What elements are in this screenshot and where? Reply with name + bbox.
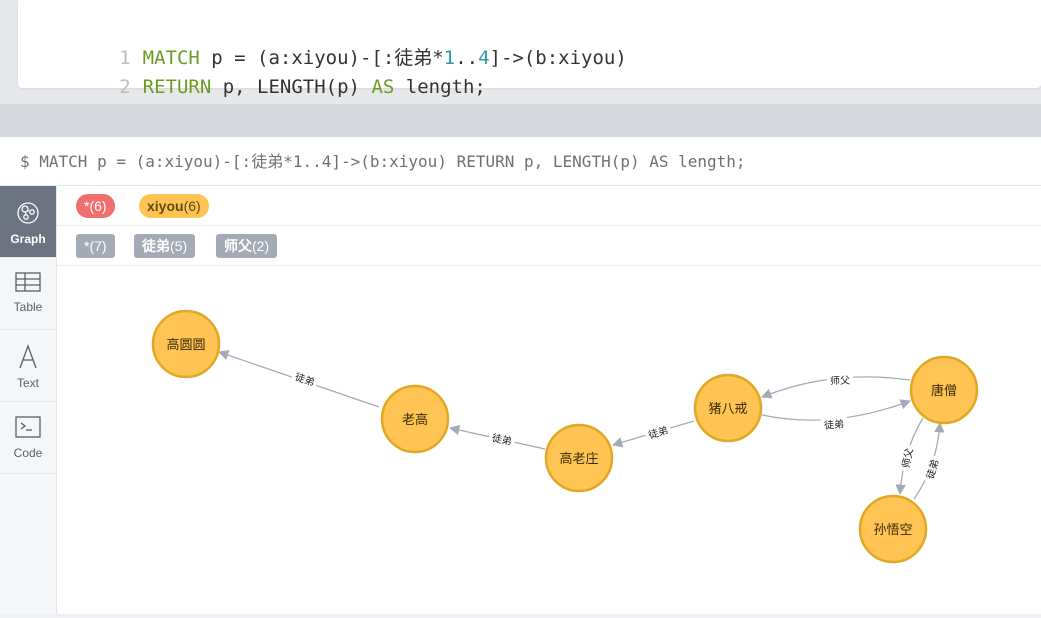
tag-count: (5) [170, 238, 188, 254]
code-text: p, LENGTH(p) [211, 76, 372, 98]
code-text: ]->(b:xiyou) [489, 47, 627, 69]
query-editor: 1 MATCH p = (a:xiyou)-[:徒弟*1..4]->(b:xiyo… [0, 0, 1041, 104]
stream-gap [0, 104, 1041, 137]
node-tag-all[interactable]: *(6) [76, 194, 115, 218]
sidebar-label: Table [13, 300, 43, 314]
node-label: 猪八戒 [708, 402, 747, 417]
node-tag-xiyou[interactable]: xiyou(6) [139, 194, 209, 218]
code-line-1[interactable]: 1 MATCH p = (a:xiyou)-[:徒弟*1..4]->(b:xiyo… [18, 15, 627, 69]
graph-icon [17, 202, 39, 224]
tag-count: (6) [183, 198, 201, 214]
keyword-return: RETURN [142, 76, 212, 98]
query-echo[interactable]: $ MATCH p = (a:xiyou)-[:徒弟*1..4]->(b:xiy… [0, 137, 1041, 186]
code-line-2[interactable]: 2 RETURN p, LENGTH(p) AS length; [18, 44, 486, 98]
node-tangseng[interactable]: 唐僧 [909, 355, 979, 425]
tag-name: 师父 [224, 238, 252, 254]
tag-name: 徒弟 [142, 238, 170, 254]
node-zhubajie[interactable]: 猪八戒 [693, 373, 763, 443]
graph-svg[interactable]: 徒弟 徒弟 徒弟 师父 徒弟 师父 徒弟 高圆圆 老高 高老庄 猪八戒 唐僧 孙… [57, 266, 1041, 614]
node-label: 孙悟空 [873, 523, 912, 538]
table-icon [15, 272, 41, 292]
node-label: 老高 [402, 412, 428, 428]
sidebar-label: Text [16, 376, 39, 390]
rel-tag-tudi[interactable]: 徒弟(5) [134, 234, 196, 258]
node-laogao[interactable]: 老高 [380, 384, 450, 454]
rel-tag-shifu[interactable]: 师父(2) [216, 234, 278, 258]
node-gaoyuanyuan[interactable]: 高圆圆 [151, 309, 221, 379]
code-icon [15, 416, 41, 438]
tag-name: xiyou [147, 198, 184, 214]
node-label: 高圆圆 [166, 337, 205, 353]
graph-canvas[interactable]: 徒弟 徒弟 徒弟 师父 徒弟 师父 徒弟 高圆圆 老高 高老庄 猪八戒 唐僧 孙… [57, 266, 1041, 614]
view-sidebar: Graph Table Text Code [0, 186, 57, 614]
node-legend: *(6) xiyou(6) [57, 186, 1041, 226]
text-icon [19, 344, 37, 369]
sidebar-item-code[interactable]: Code [0, 402, 56, 474]
node-label: 高老庄 [559, 451, 598, 467]
result-frame: $ MATCH p = (a:xiyou)-[:徒弟*1..4]->(b:xiy… [0, 137, 1041, 614]
rel-tag-all[interactable]: *(7) [76, 234, 115, 258]
sidebar-item-text[interactable]: Text [0, 330, 56, 402]
code-text: length; [394, 76, 486, 98]
keyword-as: AS [371, 76, 395, 98]
node-label: 唐僧 [931, 383, 957, 399]
sidebar-item-table[interactable]: Table [0, 258, 56, 330]
line-number: 2 [119, 76, 131, 98]
sidebar-label: Code [13, 446, 43, 460]
editor-card[interactable]: 1 MATCH p = (a:xiyou)-[:徒弟*1..4]->(b:xiyo… [18, 0, 1041, 98]
relationship-legend: *(7) 徒弟(5) 师父(2) [57, 226, 1041, 266]
tag-count: (2) [252, 238, 270, 254]
sidebar-label: Graph [10, 232, 46, 246]
edge-label: 师父 [830, 374, 850, 388]
node-gaolaozhuang[interactable]: 高老庄 [544, 423, 614, 493]
sidebar-item-graph[interactable]: Graph [0, 186, 56, 258]
node-sunwukong[interactable]: 孙悟空 [858, 494, 928, 564]
